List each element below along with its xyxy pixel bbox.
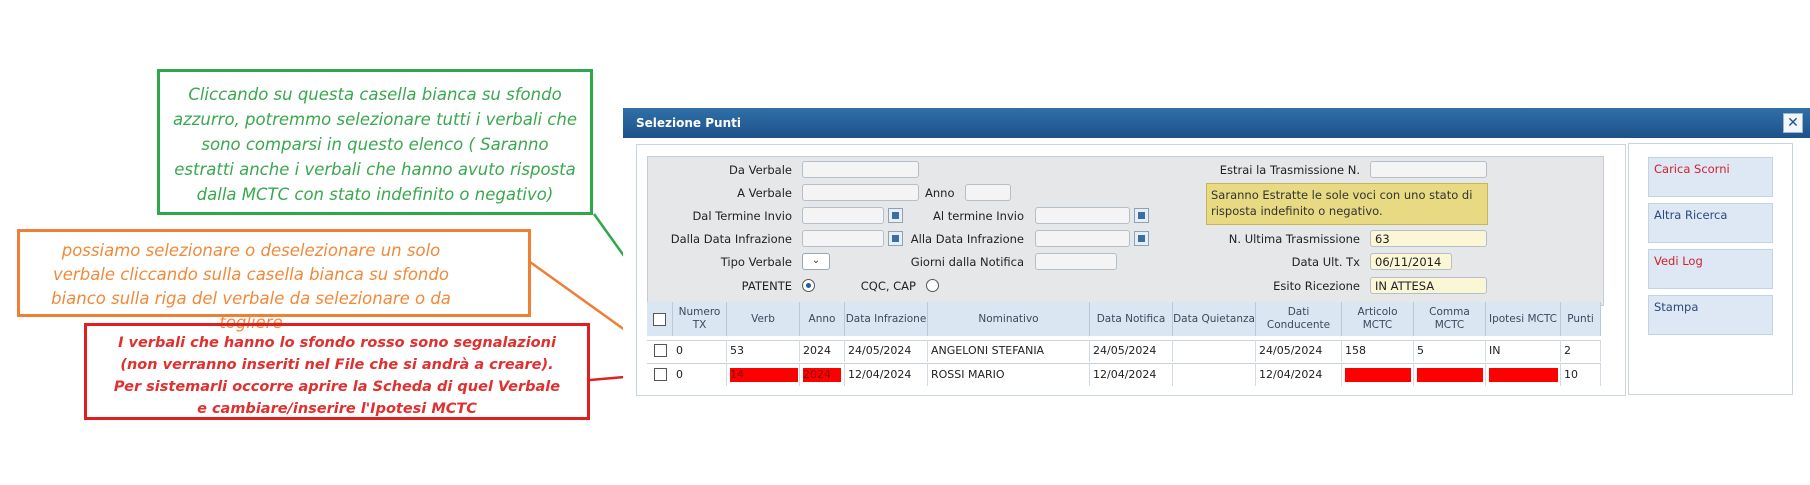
table-cell: IN: [1486, 340, 1561, 362]
error-highlight: 2024: [803, 368, 841, 382]
col-header: Punti: [1561, 302, 1601, 336]
ultima-trasmissione-label: N. Ultima Trasmissione: [1228, 232, 1360, 246]
esito-ricezione-label: Esito Ricezione: [1273, 279, 1360, 293]
anno-label: Anno: [925, 186, 955, 200]
vedi-log-button[interactable]: Vedi Log: [1648, 249, 1773, 289]
dialog-titlebar: Selezione Punti ✕: [623, 108, 1810, 138]
row-checkbox[interactable]: [654, 344, 667, 357]
col-header: Verb: [727, 302, 800, 336]
error-highlight: 14: [730, 368, 798, 382]
col-header: Numero TX: [673, 302, 727, 336]
col-header: Nominativo: [928, 302, 1090, 336]
table-cell: 24/05/2024: [1090, 340, 1173, 362]
tipo-verbale-label: Tipo Verbale: [720, 255, 792, 269]
table-cell: [1173, 340, 1256, 362]
dal-termine-invio-label: Dal Termine Invio: [692, 209, 792, 223]
stampa-button[interactable]: Stampa: [1648, 295, 1773, 335]
close-button[interactable]: ✕: [1783, 113, 1803, 133]
col-header: Dati Conducente: [1256, 302, 1342, 336]
col-header: Articolo MCTC: [1342, 302, 1414, 336]
al-termine-invio-label: Al termine Invio: [933, 209, 1024, 223]
calendar-icon[interactable]: [1134, 231, 1149, 246]
alla-data-infrazione-label: Alla Data Infrazione: [910, 232, 1024, 246]
al-termine-invio-input[interactable]: [1035, 207, 1130, 224]
table-cell: 2024: [800, 364, 845, 386]
giorni-dalla-notifica-input[interactable]: [1035, 253, 1117, 270]
table-cell: ANGELONI STEFANIA: [928, 340, 1090, 362]
col-header: Data Infrazione: [845, 302, 928, 336]
callout-select-all: Cliccando su questa casella bianca su sf…: [157, 69, 593, 215]
table-cell: 10: [1561, 364, 1601, 386]
table-cell: 24/05/2024: [1256, 340, 1342, 362]
table-cell: 14: [727, 364, 800, 386]
calendar-icon[interactable]: [1134, 208, 1149, 223]
da-verbale-label: Da Verbale: [729, 163, 792, 177]
alla-data-infrazione-input[interactable]: [1035, 230, 1130, 247]
dalla-data-infrazione-label: Dalla Data Infrazione: [670, 232, 792, 246]
select-all-checkbox[interactable]: [653, 312, 666, 326]
table-cell: [1414, 364, 1486, 386]
table-cell: 5: [1414, 340, 1486, 362]
table-cell: 2: [1561, 340, 1601, 362]
calendar-icon[interactable]: [888, 208, 903, 223]
anno-input[interactable]: [965, 184, 1011, 201]
table-cell: [1342, 364, 1414, 386]
data-ult-tx-field: 06/11/2014: [1370, 253, 1452, 270]
dal-termine-invio-input[interactable]: [802, 207, 884, 224]
a-verbale-label: A Verbale: [737, 186, 792, 200]
table-cell: 53: [727, 340, 800, 362]
table-cell: 12/04/2024: [1256, 364, 1342, 386]
data-ult-tx-label: Data Ult. Tx: [1291, 255, 1360, 269]
carica-scorni-button[interactable]: Carica Scorni: [1648, 157, 1773, 197]
table-cell: 12/04/2024: [1090, 364, 1173, 386]
giorni-dalla-notifica-label: Giorni dalla Notifica: [910, 255, 1024, 269]
table-cell: 2024: [800, 340, 845, 362]
estrai-trasmissione-input[interactable]: [1370, 161, 1487, 178]
table-cell: [1486, 364, 1561, 386]
dalla-data-infrazione-input[interactable]: [802, 230, 884, 247]
chevron-down-icon: ⌄: [811, 255, 821, 266]
col-header: Data Quietanza: [1173, 302, 1256, 336]
table-cell: 0: [673, 364, 727, 386]
esito-ricezione-field: IN ATTESA: [1370, 277, 1487, 294]
col-header: Anno: [800, 302, 845, 336]
callout-select-single: possiamo selezionare o deselezionare un …: [17, 229, 531, 332]
close-icon: ✕: [1787, 115, 1799, 131]
cqc-cap-label: CQC, CAP: [860, 279, 916, 293]
table-cell: 12/04/2024: [845, 364, 928, 386]
table-cell: 0: [673, 340, 727, 362]
table-cell: ROSSI MARIO: [928, 364, 1090, 386]
cqc-cap-radio[interactable]: [926, 279, 939, 292]
col-header: Data Notifica: [1090, 302, 1173, 336]
select-all-header: [647, 302, 673, 336]
table-cell: [1173, 364, 1256, 386]
ultima-trasmissione-field: 63: [1370, 230, 1487, 247]
da-verbale-input[interactable]: [802, 161, 919, 178]
tipo-verbale-select[interactable]: ⌄: [802, 253, 830, 270]
a-verbale-input[interactable]: [802, 184, 919, 201]
info-note: Saranno Estratte le sole voci con uno st…: [1206, 183, 1488, 225]
patente-label: PATENTE: [741, 279, 792, 293]
estrai-trasmissione-label: Estrai la Trasmissione N.: [1219, 163, 1360, 177]
table-cell: 24/05/2024: [845, 340, 928, 362]
altra-ricerca-button[interactable]: Altra Ricerca: [1648, 203, 1773, 243]
table-cell: 158: [1342, 340, 1414, 362]
dialog-title: Selezione Punti: [636, 116, 741, 130]
error-highlight: [1489, 368, 1558, 382]
col-header: Comma MCTC: [1414, 302, 1486, 336]
row-checkbox[interactable]: [654, 368, 667, 381]
col-header: Ipotesi MCTC: [1486, 302, 1561, 336]
error-highlight: [1345, 368, 1411, 382]
callout-red-rows: I verbali che hanno lo sfondo rosso sono…: [84, 323, 590, 420]
error-highlight: [1417, 368, 1483, 382]
patente-radio[interactable]: [802, 279, 815, 292]
